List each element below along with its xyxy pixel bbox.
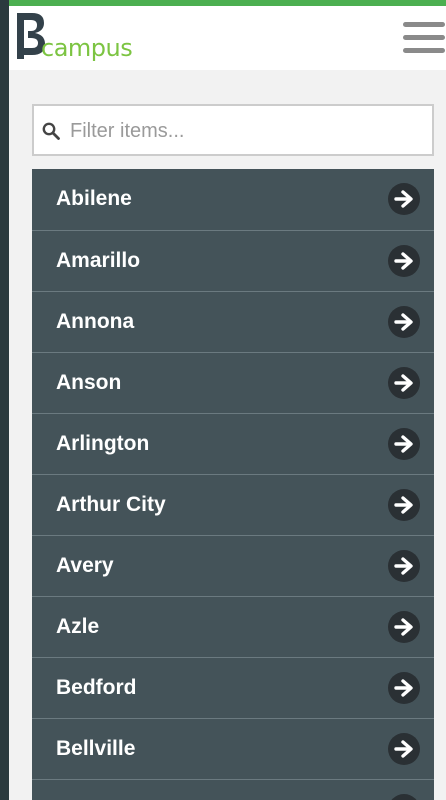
- list-item[interactable]: Avery: [32, 535, 434, 596]
- arrow-right-circle-icon[interactable]: [388, 245, 420, 277]
- list-item[interactable]: Arlington: [32, 413, 434, 474]
- list-item[interactable]: [32, 779, 434, 800]
- brand-logo[interactable]: campus: [17, 13, 157, 63]
- arrow-right-circle-icon[interactable]: [388, 733, 420, 765]
- list-item[interactable]: Anson: [32, 352, 434, 413]
- arrow-right-circle-icon[interactable]: [388, 183, 420, 215]
- filter-items-input[interactable]: [70, 116, 420, 146]
- city-list: Abilene Amarillo Annona Anson Arlington Arthu…: [32, 169, 434, 800]
- list-item-label: Bedford: [56, 676, 137, 699]
- list-item-label: Azle: [56, 615, 100, 638]
- list-item-label: Amarillo: [56, 249, 141, 272]
- search-icon: [42, 122, 60, 140]
- list-item[interactable]: Annona: [32, 291, 434, 352]
- list-item-label: Bellville: [56, 737, 136, 760]
- arrow-right-circle-icon[interactable]: [388, 489, 420, 521]
- main-content: Abilene Amarillo Annona Anson Arlington Arthu…: [9, 70, 446, 800]
- list-item-label: Arlington: [56, 432, 150, 455]
- arrow-right-circle-icon[interactable]: [388, 367, 420, 399]
- filter-search-box[interactable]: [32, 104, 434, 156]
- hamburger-line-icon: [403, 35, 445, 40]
- list-item[interactable]: Bedford: [32, 657, 434, 718]
- list-item-label: Annona: [56, 310, 135, 333]
- arrow-right-circle-icon[interactable]: [388, 428, 420, 460]
- arrow-right-circle-icon[interactable]: [388, 672, 420, 704]
- hamburger-line-icon: [403, 22, 445, 27]
- hamburger-menu-button[interactable]: [400, 20, 446, 56]
- list-item-label: Avery: [56, 554, 114, 577]
- arrow-right-circle-icon[interactable]: [388, 611, 420, 643]
- hamburger-line-icon: [403, 48, 445, 53]
- list-item[interactable]: Bellville: [32, 718, 434, 779]
- list-item[interactable]: Azle: [32, 596, 434, 657]
- left-edge-divider: [0, 0, 9, 800]
- arrow-right-circle-icon[interactable]: [388, 306, 420, 338]
- list-item-label: Arthur City: [56, 493, 166, 516]
- arrow-right-circle-icon[interactable]: [388, 794, 420, 800]
- list-item[interactable]: Arthur City: [32, 474, 434, 535]
- list-item[interactable]: Amarillo: [32, 230, 434, 291]
- list-item-label: Anson: [56, 371, 122, 394]
- app-header: campus: [9, 6, 446, 70]
- list-item[interactable]: Abilene: [32, 169, 434, 230]
- list-item-label: Abilene: [56, 187, 132, 210]
- arrow-right-circle-icon[interactable]: [388, 550, 420, 582]
- logo-wordmark: campus: [41, 34, 133, 62]
- app-frame: campus Abilene Amarillo Annona Anson Arlingt…: [0, 0, 446, 800]
